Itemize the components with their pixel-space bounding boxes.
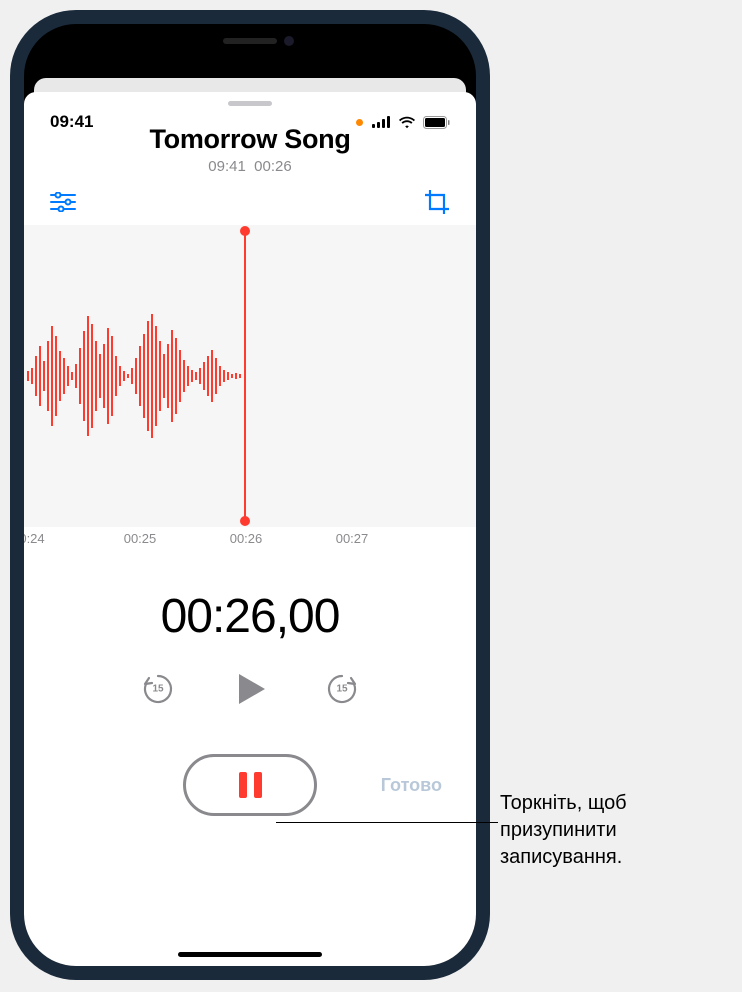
timeline-tick: 00:25 bbox=[124, 531, 157, 546]
phone-frame: 09:41 Tomorrow Song 09:41 00:26 bbox=[10, 10, 490, 980]
recording-timer: 00:26,00 bbox=[24, 589, 476, 644]
status-bar: 09:41 bbox=[24, 92, 476, 140]
skip-back-button[interactable]: 15 bbox=[141, 672, 175, 706]
timeline-tick: 00:27 bbox=[336, 531, 369, 546]
pause-icon bbox=[254, 772, 262, 798]
timeline-ruler: 0:24 00:25 00:26 00:27 bbox=[24, 529, 476, 553]
trim-button[interactable] bbox=[422, 189, 452, 215]
callout-leader-line bbox=[276, 822, 498, 823]
sliders-icon bbox=[50, 192, 76, 212]
wifi-icon bbox=[398, 116, 416, 129]
bottom-controls: Готово bbox=[24, 754, 476, 816]
edit-toolbar bbox=[24, 181, 476, 225]
done-button[interactable]: Готово bbox=[381, 775, 442, 796]
callout-text: Торкніть, щоб призупинити записування. bbox=[500, 790, 730, 871]
cellular-icon bbox=[372, 116, 391, 128]
battery-icon bbox=[423, 116, 450, 129]
notch bbox=[150, 24, 350, 58]
phone-screen: 09:41 Tomorrow Song 09:41 00:26 bbox=[24, 24, 476, 966]
status-time: 09:41 bbox=[50, 112, 93, 132]
recording-sheet: 09:41 Tomorrow Song 09:41 00:26 bbox=[24, 92, 476, 966]
waveform-display bbox=[24, 286, 244, 466]
recording-subtitle: 09:41 00:26 bbox=[44, 158, 456, 175]
play-button[interactable] bbox=[229, 668, 271, 710]
recording-time-clock: 09:41 bbox=[208, 158, 246, 175]
settings-button[interactable] bbox=[48, 189, 78, 215]
skip-forward-button[interactable]: 15 bbox=[325, 672, 359, 706]
pause-icon bbox=[239, 772, 247, 798]
timeline-tick: 00:26 bbox=[230, 531, 263, 546]
crop-icon bbox=[424, 189, 450, 215]
waveform-area[interactable] bbox=[24, 225, 476, 527]
skip-back-amount: 15 bbox=[152, 684, 163, 695]
playhead-marker[interactable] bbox=[244, 231, 246, 521]
pause-recording-button[interactable] bbox=[183, 754, 317, 816]
recording-indicator-dot bbox=[356, 119, 363, 126]
playback-controls: 15 15 bbox=[24, 668, 476, 710]
recording-length: 00:26 bbox=[254, 158, 292, 175]
speaker-grille bbox=[223, 38, 277, 44]
play-icon bbox=[229, 668, 271, 710]
status-icons bbox=[356, 116, 450, 129]
skip-forward-amount: 15 bbox=[336, 684, 347, 695]
front-camera bbox=[284, 36, 294, 46]
timeline-tick: 0:24 bbox=[24, 531, 45, 546]
home-indicator[interactable] bbox=[178, 952, 322, 957]
